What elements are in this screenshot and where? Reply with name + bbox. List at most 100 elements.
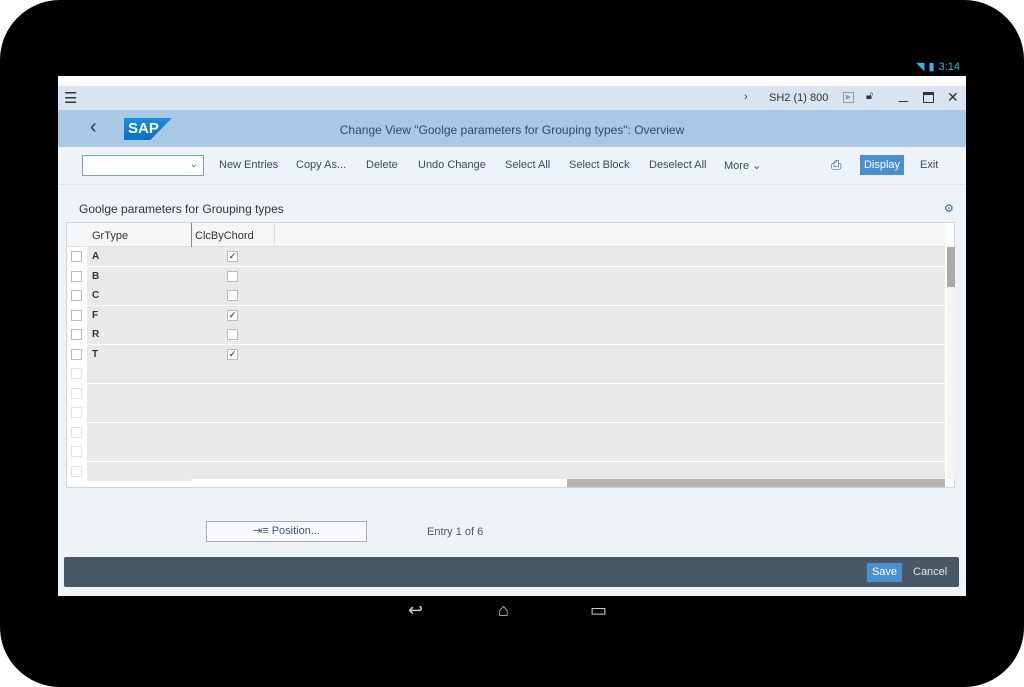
position-label: Position... [271,525,320,537]
table-header: GrType ClcByChord [67,223,945,479]
command-dropdown[interactable]: ⌄ [82,155,204,176]
column-divider [274,223,275,247]
scroll-thumb[interactable] [947,247,955,287]
table-row[interactable] [67,364,945,384]
row-bg [87,364,945,383]
row-selector[interactable] [67,403,87,422]
table-row[interactable] [67,383,945,404]
row-selector[interactable] [67,325,87,344]
print-icon[interactable]: ⎙ [831,157,841,173]
grtype-cell: C [92,290,100,301]
menu-icon[interactable]: ☰ [64,89,77,107]
table-row[interactable]: R [67,325,945,345]
row-checkbox[interactable] [71,290,82,301]
screen: ◥ ▮ 3:14 ☰ › SH2 (1) 800 ▶ 🔓︎ _ ✕ ‹ SAP Ch… [58,58,966,628]
display-button[interactable]: Display [860,155,904,175]
grtype-cell: B [92,270,100,282]
row-selector[interactable] [67,383,87,403]
deselect-all-button[interactable]: Deselect All [649,159,706,171]
app-header: ‹ SAP Change View "Goolge parameters for… [58,110,966,147]
row-selector[interactable] [67,344,87,364]
chevron-right-icon[interactable]: › [744,91,748,103]
select-block-button[interactable]: Select Block [569,159,630,171]
lock-icon[interactable]: 🔓︎ [866,90,873,103]
row-selector[interactable] [67,305,87,325]
horizontal-scrollbar[interactable] [191,479,945,487]
row-selector[interactable] [67,266,87,286]
table-row[interactable]: A ✓ [67,247,945,267]
exit-button[interactable]: Exit [920,159,938,171]
more-button[interactable]: More ⌄ [724,159,761,172]
home-icon[interactable]: ⌂ [498,600,509,621]
row-bg [87,266,945,286]
column-header-grtype[interactable]: GrType [92,230,128,242]
row-checkbox[interactable] [71,251,82,262]
more-label: More [724,160,750,172]
clcbychord-checkbox[interactable]: ✓ [227,348,238,360]
table-row[interactable] [67,403,945,423]
copy-as-button[interactable]: Copy As... [296,159,346,171]
clcbychord-checkbox[interactable]: ✓ [227,251,238,262]
page-title: Change View "Goolge parameters for Group… [339,123,685,137]
settings-icon[interactable]: ⚙ [944,202,954,215]
row-checkbox[interactable] [71,426,82,438]
row-bg [87,325,945,344]
row-bg [87,422,945,442]
row-checkbox[interactable] [71,465,82,477]
minimize-icon[interactable]: _ [899,86,908,104]
position-button[interactable]: ⇥≡ Position... [206,521,367,542]
row-selector[interactable] [67,442,87,461]
cancel-button[interactable]: Cancel [913,566,947,578]
close-icon[interactable]: ✕ [947,89,959,106]
data-table: GrType ClcByChord A ✓ B C F ✓ R T ✓ [66,222,955,488]
row-checkbox[interactable] [71,407,82,418]
table-row[interactable]: T ✓ [67,344,945,365]
row-checkbox[interactable] [71,309,82,321]
row-bg [87,461,945,481]
clcbychord-checkbox[interactable] [227,290,238,301]
system-info: SH2 (1) 800 [769,92,829,104]
clock: 3:14 [938,61,960,73]
section-title: Goolge parameters for Grouping types [79,202,284,216]
vertical-scrollbar[interactable] [947,247,955,479]
recents-icon[interactable]: ▭ [590,600,607,621]
chevron-down-icon: ⌄ [189,159,198,170]
select-all-button[interactable]: Select All [505,159,550,171]
undo-change-button[interactable]: Undo Change [418,159,486,171]
grtype-cell: R [92,329,100,340]
row-checkbox[interactable] [71,270,82,282]
save-button[interactable]: Save [867,563,902,582]
maximize-icon[interactable] [923,92,934,103]
row-selector[interactable] [67,286,87,305]
row-checkbox[interactable] [71,368,82,379]
row-checkbox[interactable] [71,348,82,360]
delete-button[interactable]: Delete [366,159,398,171]
table-row[interactable] [67,442,945,462]
row-selector[interactable] [67,364,87,383]
new-entries-button[interactable]: New Entries [219,159,278,171]
chevron-down-icon: ⌄ [752,160,762,172]
row-checkbox[interactable] [71,446,82,457]
row-bg [87,344,945,364]
row-bg [87,286,945,305]
row-selector[interactable] [67,247,87,266]
row-bg [87,442,945,461]
column-header-clcbychord[interactable]: ClcByChord [195,230,254,242]
row-selector[interactable] [67,422,87,442]
table-row[interactable]: B [67,266,945,287]
clcbychord-checkbox[interactable] [227,270,238,282]
row-checkbox[interactable] [71,387,82,399]
table-row[interactable]: C [67,286,945,306]
play-icon[interactable]: ▶ [843,92,854,103]
grtype-cell: F [92,309,99,321]
row-bg [87,403,945,422]
scroll-thumb[interactable] [567,479,945,487]
footer-bar: Save Cancel [64,557,959,587]
clcbychord-checkbox[interactable] [227,329,238,340]
row-selector[interactable] [67,461,87,481]
table-row[interactable]: F ✓ [67,305,945,326]
row-checkbox[interactable] [71,329,82,340]
clcbychord-checkbox[interactable]: ✓ [227,309,238,321]
table-row[interactable] [67,422,945,443]
back-nav-icon[interactable]: ↩ [408,600,423,621]
